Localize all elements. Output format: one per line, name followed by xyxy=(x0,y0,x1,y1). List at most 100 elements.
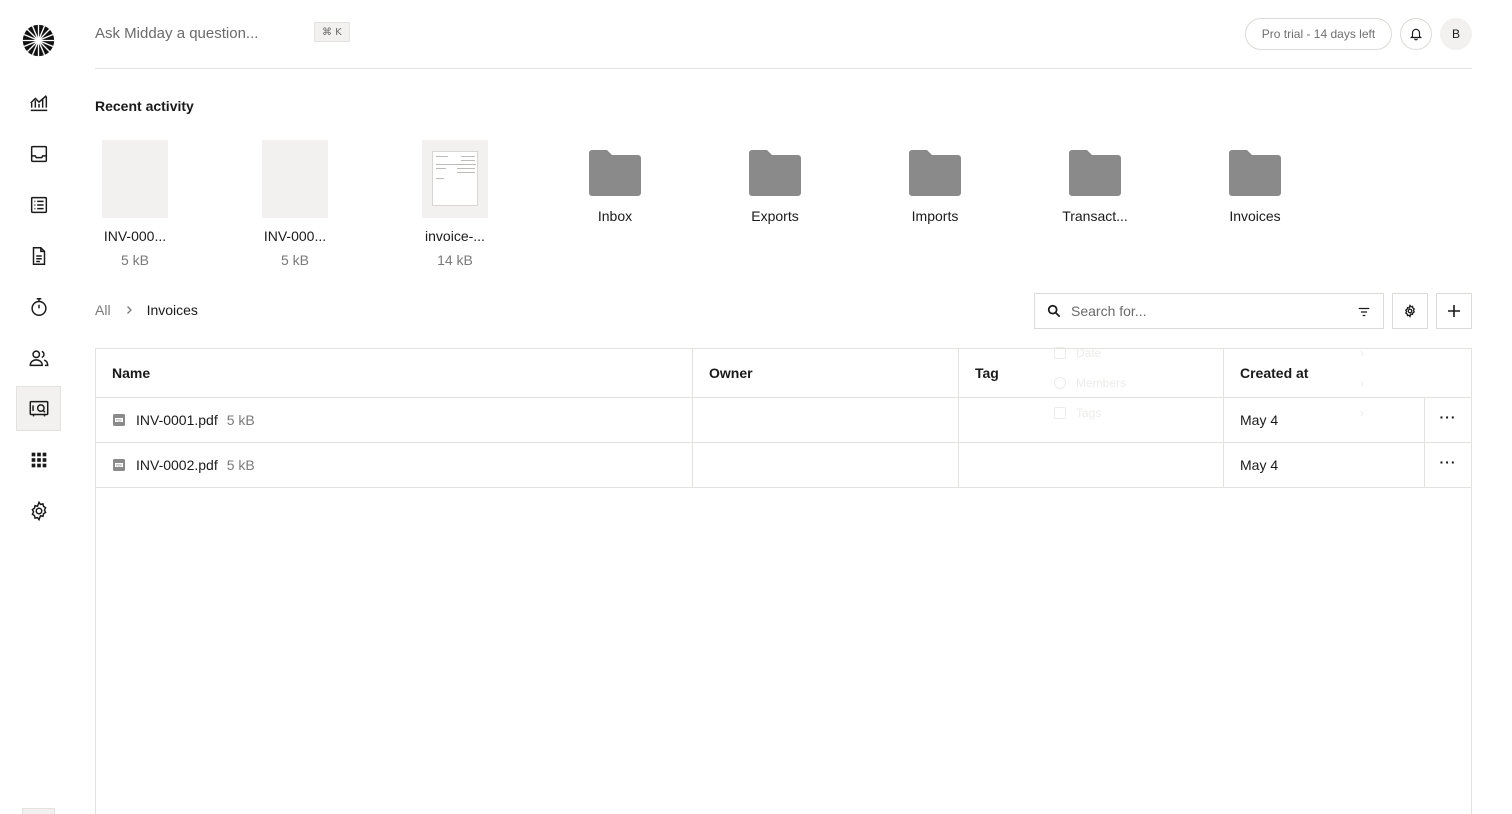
folder-name: Imports xyxy=(911,208,959,224)
chevron-right-icon: › xyxy=(1360,376,1364,390)
sidebar-item-tracker[interactable] xyxy=(16,284,61,329)
folder-name: Exports xyxy=(751,208,799,224)
breadcrumb-all[interactable]: All xyxy=(95,302,111,318)
folder-imports[interactable]: Imports xyxy=(875,150,995,224)
recent-file-size: 14 kB xyxy=(437,252,473,268)
notifications-button[interactable] xyxy=(1400,18,1432,50)
column-header-name[interactable]: Name xyxy=(96,349,693,397)
owner-cell xyxy=(693,398,959,442)
more-icon: ··· xyxy=(1439,409,1457,425)
folder-icon xyxy=(589,150,641,196)
folder-exports[interactable]: Exports xyxy=(715,150,835,224)
chart-line-icon xyxy=(29,94,47,111)
search-input[interactable] xyxy=(1071,303,1341,319)
svg-text:PDF: PDF xyxy=(116,418,123,422)
trial-badge[interactable]: Pro trial - 14 days left xyxy=(1245,18,1392,50)
midday-logo-icon[interactable] xyxy=(22,24,55,57)
column-header-owner[interactable]: Owner xyxy=(693,349,959,397)
breadcrumb: All Invoices xyxy=(95,302,198,318)
user-icon xyxy=(1054,377,1066,389)
calendar-icon xyxy=(1054,347,1066,359)
filter-menu-label: Tags xyxy=(1076,406,1102,420)
file-name-cell: PDF INV-0002.pdf 5 kB xyxy=(96,443,693,487)
document-preview-icon xyxy=(432,151,478,206)
bell-icon xyxy=(1409,28,1423,41)
chevron-right-icon xyxy=(126,306,132,314)
sidebar-item-overview[interactable] xyxy=(16,80,61,125)
row-actions-button[interactable]: ··· xyxy=(1425,398,1471,442)
sidebar-item-inbox[interactable] xyxy=(16,131,61,176)
header: Ask Midday a question... ⌘ K Pro trial -… xyxy=(95,0,1472,69)
folder-name: Invoices xyxy=(1229,208,1281,224)
recent-activity-title: Recent activity xyxy=(95,98,194,114)
pdf-file-icon: PDF xyxy=(113,414,125,426)
recent-file[interactable]: INV-000... 5 kB xyxy=(75,140,195,268)
file-thumbnail xyxy=(262,140,328,218)
folder-icon xyxy=(749,150,801,196)
sidebar-collapse-handle[interactable] xyxy=(22,808,55,814)
more-icon: ··· xyxy=(1439,454,1457,470)
row-actions-button[interactable]: ··· xyxy=(1425,443,1471,487)
people-icon xyxy=(29,349,48,366)
vault-icon xyxy=(29,400,48,416)
chevron-right-icon: › xyxy=(1360,346,1364,360)
sidebar-item-vault[interactable] xyxy=(16,386,61,431)
owner-cell xyxy=(693,443,959,487)
document-icon xyxy=(32,246,45,265)
folder-icon xyxy=(1069,150,1121,196)
folder-invoices[interactable]: Invoices xyxy=(1195,150,1315,224)
recent-file-name: invoice-... xyxy=(425,228,485,244)
filter-menu-label: Members xyxy=(1076,376,1127,390)
sidebar-item-settings[interactable] xyxy=(16,488,61,533)
avatar[interactable]: B xyxy=(1440,18,1472,50)
settings-button[interactable] xyxy=(1392,293,1428,329)
chevron-right-icon: › xyxy=(1360,406,1364,420)
filter-menu-label: Date xyxy=(1076,346,1102,360)
sidebar-item-apps[interactable] xyxy=(16,437,61,482)
filter-icon[interactable] xyxy=(1357,305,1371,319)
folder-name: Inbox xyxy=(597,208,633,224)
sidebar-item-customers[interactable] xyxy=(16,335,61,380)
file-name: INV-0002.pdf xyxy=(136,457,218,473)
folder-inbox[interactable]: Inbox xyxy=(555,150,675,224)
file-name-cell: PDF INV-0001.pdf 5 kB xyxy=(96,398,693,442)
file-thumbnail xyxy=(422,140,488,218)
tag-cell xyxy=(959,443,1224,487)
folder-transactions[interactable]: Transact... xyxy=(1035,150,1155,224)
shortcut-hint: ⌘ K xyxy=(314,22,350,42)
sidebar-item-invoices[interactable] xyxy=(16,233,61,278)
tag-cell xyxy=(959,398,1224,442)
recent-file[interactable]: INV-000... 5 kB xyxy=(235,140,355,268)
recent-file-size: 5 kB xyxy=(120,252,149,268)
filter-menu-item-members: Members › xyxy=(1054,376,1364,390)
file-name: INV-0001.pdf xyxy=(136,412,218,428)
grid-icon xyxy=(31,452,46,467)
search-icon xyxy=(1047,304,1061,318)
folder-icon xyxy=(1229,150,1281,196)
svg-text:PDF: PDF xyxy=(116,463,123,467)
inbox-icon xyxy=(30,145,47,162)
add-button[interactable] xyxy=(1436,293,1472,329)
filter-menu-item-tags: Tags › xyxy=(1054,406,1364,420)
created-cell: May 4 xyxy=(1224,443,1425,487)
gear-icon xyxy=(1404,304,1416,318)
sidebar xyxy=(0,0,76,814)
recent-file-name: INV-000... xyxy=(103,228,167,244)
sidebar-item-transactions[interactable] xyxy=(16,182,61,227)
recent-file-size: 5 kB xyxy=(280,252,309,268)
plus-icon xyxy=(1448,305,1460,317)
file-size: 5 kB xyxy=(226,457,255,473)
recent-file[interactable]: invoice-... 14 kB xyxy=(395,140,515,268)
file-size: 5 kB xyxy=(226,412,255,428)
recent-file-name: INV-000... xyxy=(263,228,327,244)
folder-name: Transact... xyxy=(1062,208,1128,224)
file-thumbnail xyxy=(102,140,168,218)
breadcrumb-current[interactable]: Invoices xyxy=(147,302,198,318)
filter-menu-item-date: Date › xyxy=(1054,346,1364,360)
ask-midday-input[interactable]: Ask Midday a question... xyxy=(95,25,258,42)
table-row[interactable]: PDF INV-0002.pdf 5 kB May 4 ··· xyxy=(96,443,1471,488)
list-icon xyxy=(30,196,47,213)
timer-icon xyxy=(30,297,47,316)
folder-icon xyxy=(909,150,961,196)
table-row[interactable]: PDF INV-0001.pdf 5 kB May 4 ··· xyxy=(96,398,1471,443)
